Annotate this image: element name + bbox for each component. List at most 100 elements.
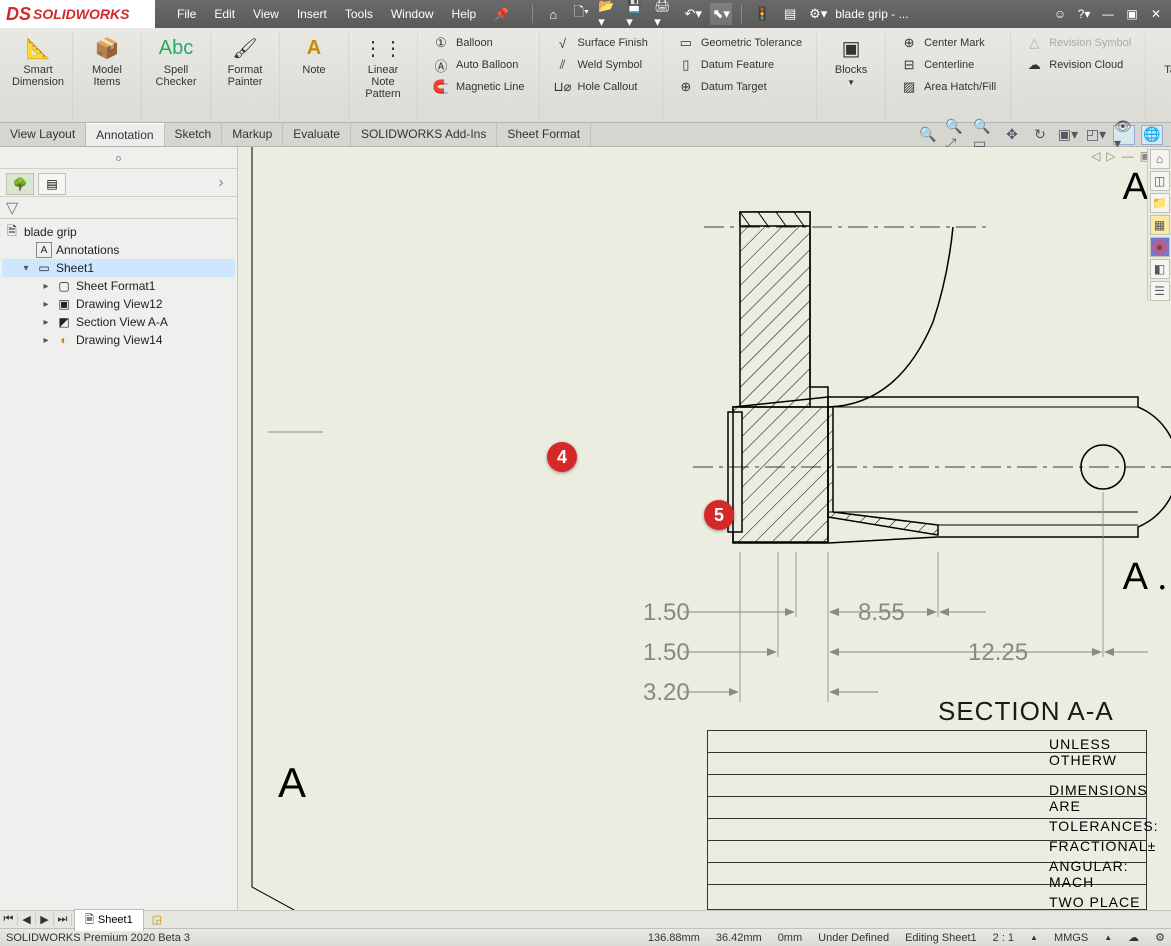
tab-addins[interactable]: SOLIDWORKS Add-Ins bbox=[351, 123, 497, 146]
menu-tools[interactable]: Tools bbox=[337, 3, 381, 25]
format-painter-button[interactable]: 🖌Format Painter bbox=[217, 32, 273, 90]
add-sheet-icon[interactable]: ◲ bbox=[152, 913, 162, 926]
menu-view[interactable]: View bbox=[245, 3, 287, 25]
menu-file[interactable]: File bbox=[169, 3, 204, 25]
tp-library-icon[interactable]: 📁 bbox=[1150, 193, 1170, 213]
zoom-fit-icon[interactable]: 🔍⤢ bbox=[945, 125, 967, 145]
tree-root[interactable]: 🗎blade grip bbox=[2, 223, 235, 241]
tab-view-layout[interactable]: View Layout bbox=[0, 123, 86, 146]
pin-icon[interactable]: 📌 bbox=[486, 3, 517, 25]
tree-sheet1[interactable]: ▾▭Sheet1 bbox=[2, 259, 235, 277]
settings-icon[interactable]: ⚙▾ bbox=[807, 3, 829, 25]
tables-button[interactable]: ▦Tables▼ bbox=[1152, 32, 1171, 89]
zoom-area-icon[interactable]: 🔍▭ bbox=[973, 125, 995, 145]
new-icon[interactable]: 🗋▾ bbox=[570, 3, 592, 25]
balloon-button[interactable]: ①Balloon bbox=[428, 33, 529, 53]
sheet-tab-1[interactable]: 🗎Sheet1 bbox=[74, 909, 144, 931]
home-icon[interactable]: ⌂ bbox=[542, 3, 564, 25]
menu-insert[interactable]: Insert bbox=[289, 3, 335, 25]
status-scale[interactable]: 2 : 1 bbox=[993, 932, 1014, 944]
status-units[interactable]: MMGS bbox=[1054, 932, 1088, 944]
panel-grip[interactable]: ∘ bbox=[0, 147, 237, 169]
dim-5[interactable]: 12.25 bbox=[968, 639, 1028, 666]
options-list-icon[interactable]: ▤ bbox=[779, 3, 801, 25]
sheet-last-icon[interactable]: ⏭ bbox=[54, 913, 72, 926]
menu-edit[interactable]: Edit bbox=[206, 3, 243, 25]
tree-annotations[interactable]: AAnnotations bbox=[2, 241, 235, 259]
tab-sheet-format[interactable]: Sheet Format bbox=[497, 123, 591, 146]
rotate-icon[interactable]: ↻ bbox=[1029, 125, 1051, 145]
tp-resources-icon[interactable]: ◫ bbox=[1150, 171, 1170, 191]
rev-cloud-button[interactable]: ☁Revision Cloud bbox=[1021, 55, 1135, 75]
tp-view-palette-icon[interactable]: ▦ bbox=[1150, 215, 1170, 235]
select-icon[interactable]: ⬉▾ bbox=[710, 3, 732, 25]
note-button[interactable]: ANote bbox=[286, 32, 342, 78]
dim-2[interactable]: 1.50 bbox=[643, 639, 690, 666]
sheet-prev-icon[interactable]: ◀ bbox=[18, 913, 36, 926]
chevron-right-icon[interactable]: ▸ bbox=[40, 317, 52, 328]
tab-evaluate[interactable]: Evaluate bbox=[283, 123, 351, 146]
hole-callout-button[interactable]: ⊔⌀Hole Callout bbox=[550, 77, 652, 97]
centerline-button[interactable]: ⊟Centerline bbox=[896, 55, 1000, 75]
magnetic-line-button[interactable]: 🧲Magnetic Line bbox=[428, 77, 529, 97]
geo-tolerance-button[interactable]: ▭Geometric Tolerance bbox=[673, 33, 806, 53]
print-icon[interactable]: 🖨▾ bbox=[654, 3, 676, 25]
tree-view14[interactable]: ▸◐Drawing View14 bbox=[2, 331, 235, 349]
fm-property-tab[interactable]: ▤ bbox=[38, 173, 66, 195]
help-search-icon[interactable]: ☺ bbox=[1049, 4, 1071, 24]
undo-icon[interactable]: ↶▾ bbox=[682, 3, 704, 25]
tp-forum-icon[interactable]: ☰ bbox=[1150, 281, 1170, 301]
model-items-button[interactable]: 📦Model Items bbox=[79, 32, 135, 90]
center-mark-button[interactable]: ⊕Center Mark bbox=[896, 33, 1000, 53]
auto-balloon-button[interactable]: ⒶAuto Balloon bbox=[428, 55, 529, 75]
tp-appearances-icon[interactable]: ● bbox=[1150, 237, 1170, 257]
tree-sheet-format[interactable]: ▸▢Sheet Format1 bbox=[2, 277, 235, 295]
status-cloud-icon[interactable]: ☁ bbox=[1128, 931, 1139, 944]
drawing-canvas[interactable]: ◁ ▷ — ▣ ✕ bbox=[238, 147, 1171, 910]
tab-sketch[interactable]: Sketch bbox=[165, 123, 223, 146]
open-icon[interactable]: 📂▾ bbox=[598, 3, 620, 25]
sheet-first-icon[interactable]: ⏮ bbox=[0, 913, 18, 926]
status-scale-arrow-icon[interactable]: ▲ bbox=[1030, 933, 1038, 942]
3d-view-icon[interactable]: ◰▾ bbox=[1085, 125, 1107, 145]
tp-home-icon[interactable]: ⌂ bbox=[1150, 149, 1170, 169]
fm-tree-tab[interactable]: 🌳 bbox=[6, 173, 34, 195]
display-style-icon[interactable]: ▣▾ bbox=[1057, 125, 1079, 145]
tp-custom-icon[interactable]: ◧ bbox=[1150, 259, 1170, 279]
status-gear-icon[interactable]: ⚙ bbox=[1155, 931, 1165, 944]
zoom-window-icon[interactable]: 🔍 bbox=[917, 125, 939, 145]
hide-show-icon[interactable]: 👁▾ bbox=[1113, 125, 1135, 145]
help-icon[interactable]: ?▾ bbox=[1073, 4, 1095, 24]
smart-dimension-button[interactable]: 📐Smart Dimension bbox=[10, 32, 66, 90]
menu-window[interactable]: Window bbox=[383, 3, 442, 25]
appearance-icon[interactable]: 🌐 bbox=[1141, 125, 1163, 145]
weld-symbol-button[interactable]: ⫽Weld Symbol bbox=[550, 55, 652, 75]
pan-icon[interactable]: ✥ bbox=[1001, 125, 1023, 145]
rebuild-icon[interactable]: 🚦 bbox=[751, 3, 773, 25]
linear-note-button[interactable]: ⋮⋮Linear Note Pattern bbox=[355, 32, 411, 102]
area-hatch-button[interactable]: ▨Area Hatch/Fill bbox=[896, 77, 1000, 97]
sheet-next-icon[interactable]: ▶ bbox=[36, 913, 54, 926]
chevron-right-icon[interactable]: ▸ bbox=[40, 299, 52, 310]
surface-finish-button[interactable]: √Surface Finish bbox=[550, 33, 652, 53]
chevron-down-icon[interactable]: ▾ bbox=[20, 263, 32, 274]
tab-markup[interactable]: Markup bbox=[222, 123, 283, 146]
blocks-button[interactable]: ▣Blocks▼ bbox=[823, 32, 879, 89]
fm-expand-icon[interactable]: › bbox=[211, 173, 231, 192]
chevron-right-icon[interactable]: ▸ bbox=[40, 281, 52, 292]
chevron-right-icon[interactable]: ▸ bbox=[40, 335, 52, 346]
save-icon[interactable]: 💾▾ bbox=[626, 3, 648, 25]
fm-filter[interactable]: ▽ bbox=[0, 197, 237, 219]
spell-checker-button[interactable]: AbcSpell Checker bbox=[148, 32, 204, 90]
status-units-arrow-icon[interactable]: ▲ bbox=[1104, 933, 1112, 942]
dim-1[interactable]: 1.50 bbox=[643, 599, 690, 626]
tree-view12[interactable]: ▸▣Drawing View12 bbox=[2, 295, 235, 313]
datum-target-button[interactable]: ⊕Datum Target bbox=[673, 77, 806, 97]
tree-section-view[interactable]: ▸◩Section View A-A bbox=[2, 313, 235, 331]
dim-4[interactable]: 8.55 bbox=[858, 599, 905, 626]
dim-3[interactable]: 3.20 bbox=[643, 679, 690, 706]
maximize-icon[interactable]: ▣ bbox=[1121, 4, 1143, 24]
minimize-icon[interactable]: — bbox=[1097, 4, 1119, 24]
close-icon[interactable]: ✕ bbox=[1145, 4, 1167, 24]
datum-feature-button[interactable]: ▯Datum Feature bbox=[673, 55, 806, 75]
